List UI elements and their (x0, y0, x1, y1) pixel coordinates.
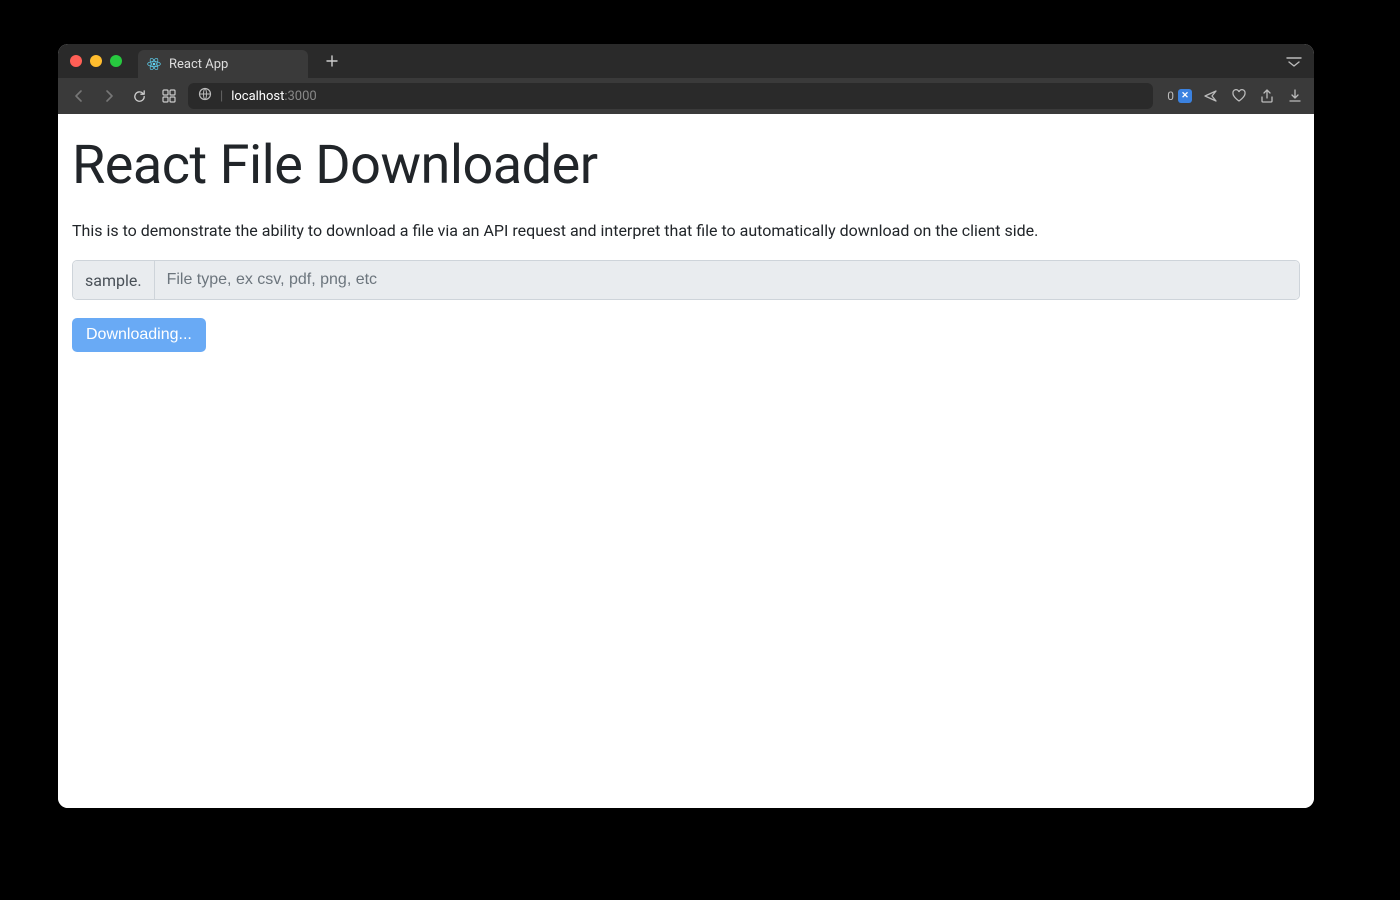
tab-title: React App (169, 57, 228, 72)
file-type-input-group: sample. (72, 260, 1300, 300)
window-maximize-button[interactable] (110, 55, 122, 67)
browser-window: React App | localhost:3000 (58, 44, 1314, 808)
traffic-lights (70, 55, 122, 67)
url-text: localhost:3000 (231, 89, 317, 104)
address-bar[interactable]: | localhost:3000 (188, 83, 1153, 109)
share-icon[interactable] (1258, 87, 1276, 105)
file-type-input[interactable] (155, 261, 1299, 299)
site-info-icon[interactable] (198, 87, 212, 105)
extension-badge[interactable]: 0 ✕ (1167, 89, 1192, 103)
new-tab-button[interactable] (318, 47, 346, 75)
menu-icon[interactable] (1286, 55, 1302, 67)
reload-button[interactable] (128, 85, 150, 107)
url-port: :3000 (284, 89, 316, 104)
badge-count: 0 (1167, 89, 1174, 103)
download-button[interactable]: Downloading... (72, 318, 206, 352)
heart-icon[interactable] (1230, 87, 1248, 105)
apps-icon[interactable] (158, 85, 180, 107)
url-host: localhost (231, 89, 284, 104)
window-minimize-button[interactable] (90, 55, 102, 67)
titlebar: React App (58, 44, 1314, 78)
toolbar-right: 0 ✕ (1161, 87, 1304, 105)
download-icon[interactable] (1286, 87, 1304, 105)
input-prefix: sample. (73, 261, 155, 299)
browser-toolbar: | localhost:3000 0 ✕ (58, 78, 1314, 114)
back-button[interactable] (68, 85, 90, 107)
react-favicon-icon (146, 56, 162, 72)
send-icon[interactable] (1202, 87, 1220, 105)
forward-button[interactable] (98, 85, 120, 107)
browser-tab[interactable]: React App (138, 50, 308, 78)
page-content: React File Downloader This is to demonst… (58, 114, 1314, 808)
page-title: React File Downloader (72, 136, 1300, 195)
window-close-button[interactable] (70, 55, 82, 67)
shield-icon: ✕ (1178, 89, 1192, 103)
page-description: This is to demonstrate the ability to do… (72, 221, 1300, 240)
